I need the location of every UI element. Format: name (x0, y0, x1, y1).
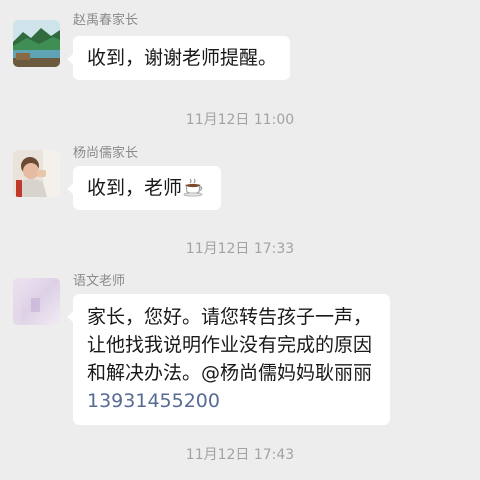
pastel-blur-avatar-icon (13, 278, 60, 325)
avatar-chinese-teacher[interactable] (13, 278, 60, 325)
message-text: 让他找我说明作业没有完成的原因 (87, 334, 373, 356)
avatar-zhao-yuchun[interactable] (13, 20, 60, 67)
sender-name: 杨尚儒家长 (73, 146, 139, 161)
hot-beverage-emoji-icon (183, 178, 203, 197)
timestamp: 11月12日 11:00 (185, 112, 295, 128)
message-text: 收到，老师 (87, 177, 183, 199)
message-text: 和解决办法。@杨尚儒妈妈耿丽丽 (87, 362, 373, 384)
timestamp: 11月12日 17:43 (185, 447, 295, 463)
sender-name: 语文老师 (73, 274, 126, 289)
message-text: 家长，您好。请您转告孩子一声， (87, 306, 373, 328)
message-bubble[interactable]: 收到，老师 (67, 166, 221, 210)
sender-name: 赵禹春家长 (73, 13, 139, 28)
phone-number-link[interactable]: 13931455200 (87, 387, 378, 415)
message-bubble[interactable]: 家长，您好。请您转告孩子一声， 让他找我说明作业没有完成的原因 和解决办法。@杨… (67, 294, 390, 425)
timestamp: 11月12日 17:33 (185, 241, 295, 257)
message-text-row: 收到，老师 (87, 174, 207, 202)
avatar-yang-shangru[interactable] (13, 150, 60, 197)
child-photo-avatar-icon (13, 150, 60, 197)
message-text: 收到，谢谢老师提醒。 (87, 47, 278, 69)
message-bubble[interactable]: 收到，谢谢老师提醒。 (67, 36, 290, 80)
lake-landscape-avatar-icon (13, 20, 60, 67)
